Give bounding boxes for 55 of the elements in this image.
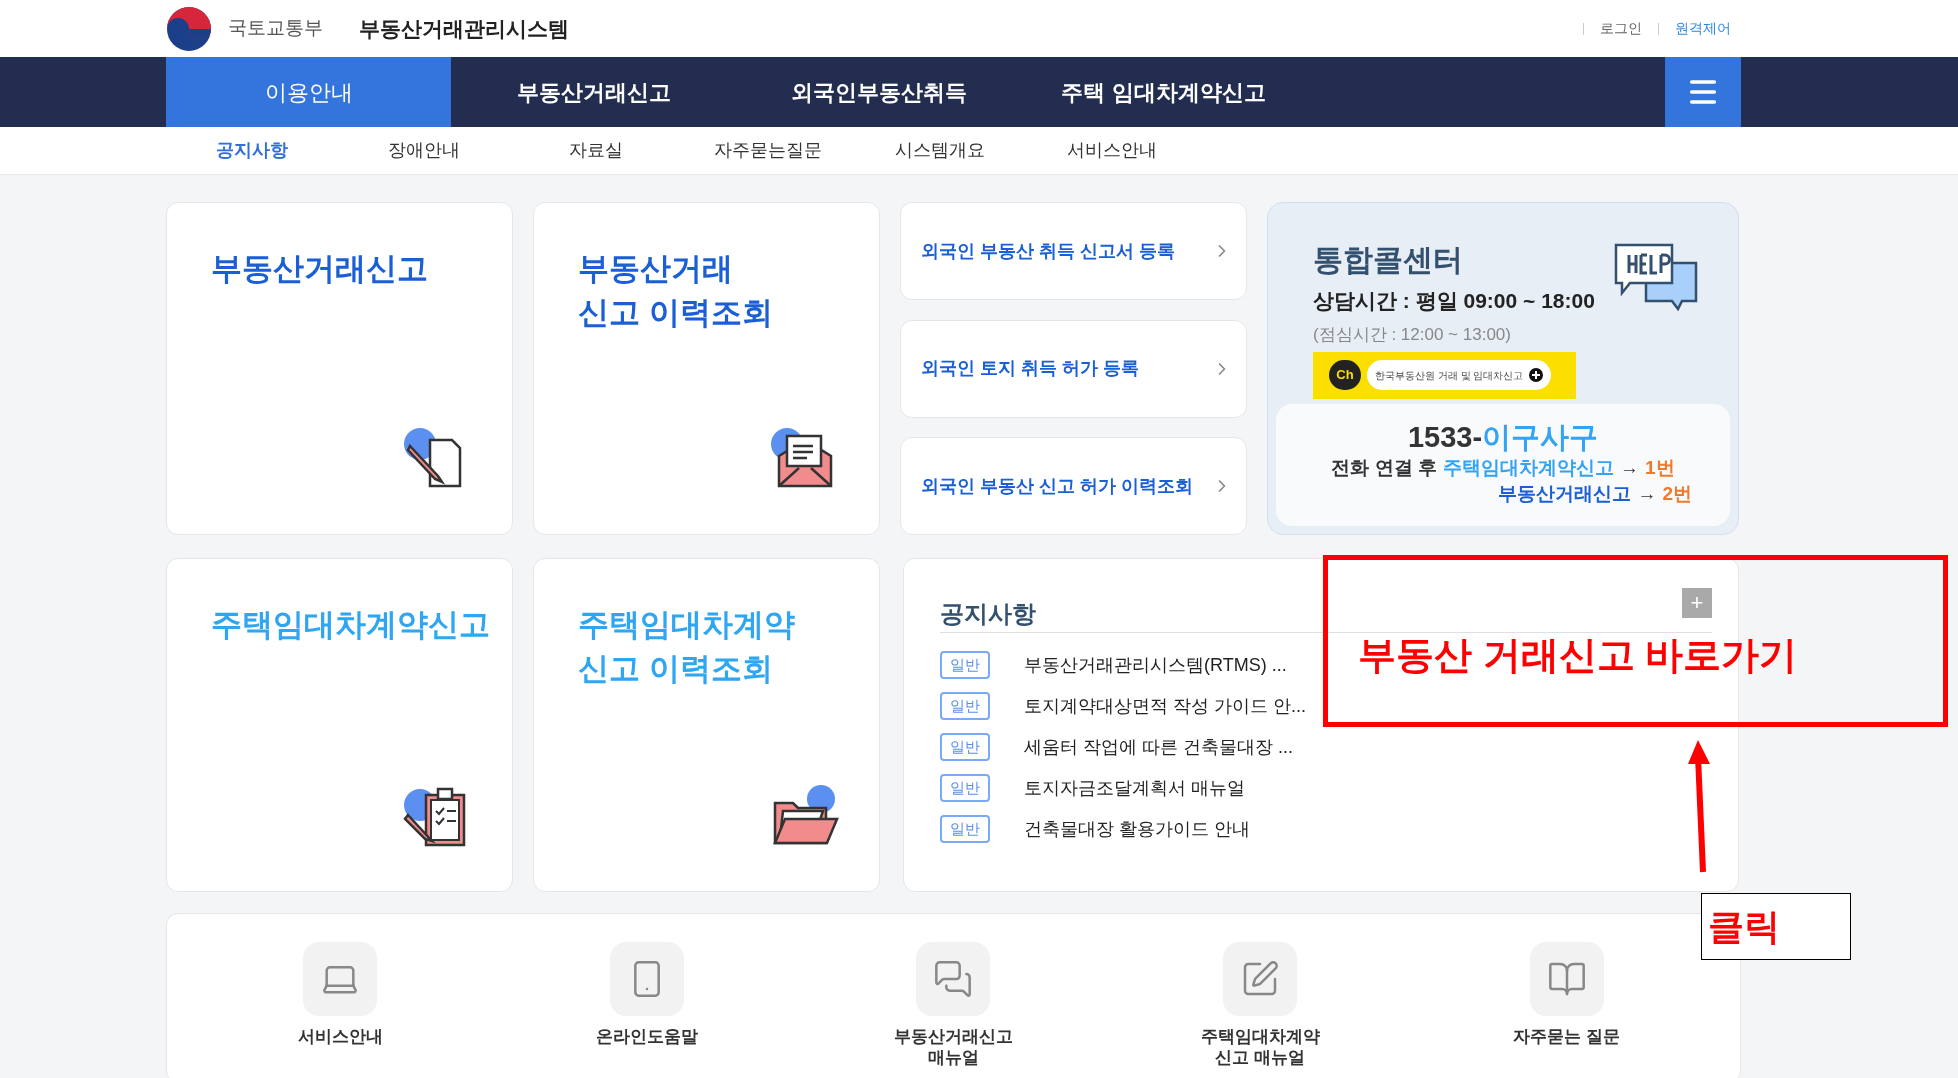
system-title: 부동산거래관리시스템 — [359, 15, 569, 42]
quick-link[interactable]: 자주묻는 질문 — [1466, 942, 1667, 1078]
lunch-hours: (점심시간 : 12:00 ~ 13:00) — [1313, 324, 1512, 346]
kakao-channel-banner[interactable]: Ch 한국부동산원 거래 및 임대차신고 — [1313, 351, 1576, 399]
quick-link[interactable]: 온라인도움말 — [546, 942, 747, 1078]
notice-link[interactable]: 토지계약대상면적 작성 가이드 안... — [1024, 692, 1306, 720]
service-card[interactable]: 부동산거래 신고 이력조회 — [533, 202, 880, 535]
card-title: 주택임대차계약신고 — [211, 606, 491, 644]
category-tag: 일반 — [940, 692, 990, 720]
nav-tab[interactable]: 이용안내 — [166, 57, 451, 127]
callout-text: 부동산 거래신고 바로가기 — [1358, 633, 1798, 677]
nav-tab[interactable]: 주택 임대차계약신고 — [1021, 57, 1306, 127]
quick-link[interactable]: 서비스안내 — [240, 942, 441, 1078]
category-tag: 일반 — [940, 815, 990, 843]
notice-link[interactable]: 건축물대장 활용가이드 안내 — [1024, 815, 1250, 843]
subnav-link[interactable]: 시스템개요 — [854, 137, 1026, 164]
menu-button[interactable] — [1665, 57, 1741, 127]
call-center-title: 통합콜센터 — [1313, 242, 1464, 278]
notice-link[interactable]: 세움터 작업에 따른 건축물대장 ... — [1024, 733, 1293, 761]
emblem-logo — [166, 5, 212, 52]
phone-guide-text: 부동산거래신고 → 2번 — [1498, 481, 1692, 506]
plus-circle-icon — [1529, 368, 1544, 382]
category-tag: 일반 — [940, 651, 990, 679]
help-speech-bubble-icon — [1612, 241, 1700, 311]
remote-control-link[interactable]: 원격제어 — [1675, 18, 1731, 39]
click-note: 클릭 — [1701, 893, 1851, 960]
kakao-channel-label: 한국부동산원 거래 및 임대차신고 — [1375, 368, 1524, 383]
chat-bubbles-icon — [933, 959, 974, 999]
ministry-name: 국토교통부 — [228, 16, 323, 41]
foreign-link-card[interactable]: 외국인 부동산 신고 허가 이력조회 — [900, 437, 1247, 535]
quick-link[interactable]: 주택임대차계약 신고 매뉴얼 — [1160, 942, 1361, 1078]
notice-link[interactable]: 부동산거래관리시스템(RTMS) ... — [1024, 651, 1287, 679]
card-title: 부동산거래신고 — [211, 250, 429, 288]
category-tag: 일반 — [940, 733, 990, 761]
card-title: 부동산거래 신고 이력조회 — [578, 250, 774, 332]
foreign-link-card[interactable]: 외국인 부동산 취득 신고서 등록 — [900, 202, 1247, 300]
notice-title: 공지사항 — [940, 598, 1036, 629]
subnav-link[interactable]: 장애안내 — [338, 137, 510, 164]
notice-link[interactable]: 토지자금조달계획서 매뉴얼 — [1024, 774, 1245, 802]
card-title: 주택임대차계약 신고 이력조회 — [578, 606, 796, 688]
phone-guide-text: 전화 연결 후 주택임대차계약신고 → 1번 — [1331, 455, 1675, 480]
foreign-link-card[interactable]: 외국인 토지 취득 허가 등록 — [900, 319, 1247, 418]
subnav-link[interactable]: 자료실 — [510, 137, 682, 164]
quick-link[interactable]: 부동산거래신고 매뉴얼 — [853, 942, 1054, 1078]
nav-tab[interactable]: 부동산거래신고 — [451, 57, 736, 127]
phone-number: 1533-이구사구 — [1407, 419, 1599, 455]
category-tag: 일반 — [940, 774, 990, 802]
subnav-link[interactable]: 공지사항 — [166, 137, 338, 164]
nav-tab[interactable]: 외국인부동산취득 — [736, 57, 1021, 127]
login-link[interactable]: 로그인 — [1600, 18, 1642, 39]
subnav-link[interactable]: 서비스안내 — [1026, 137, 1198, 164]
kakao-channel-badge: Ch — [1329, 360, 1361, 390]
subnav-link[interactable]: 자주묻는질문 — [682, 137, 854, 164]
consult-hours: 상담시간 : 평일 09:00 ~ 18:00 — [1313, 287, 1595, 314]
service-card[interactable]: 부동산거래신고 — [166, 202, 513, 535]
